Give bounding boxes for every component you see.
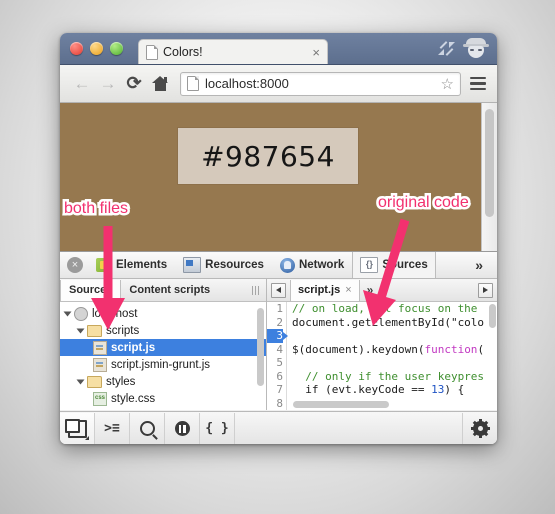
close-tab-icon[interactable]: × xyxy=(312,46,320,59)
annotation-original-code: original code original code xyxy=(376,192,472,214)
chrome-menu-button[interactable] xyxy=(468,76,488,91)
gear-icon xyxy=(470,419,490,438)
line-number-gutter: 1 2 3 4 5 6 7 8 xyxy=(267,302,288,410)
site-page-icon xyxy=(187,76,199,91)
console-drawer-button[interactable]: >≡ xyxy=(95,412,130,444)
page-icon xyxy=(146,44,158,60)
annotation-both-files: both files both files xyxy=(61,198,130,220)
tree-item-style-css[interactable]: css style.css xyxy=(60,390,266,407)
incognito-icon xyxy=(463,38,489,59)
fullscreen-icon[interactable] xyxy=(438,40,455,57)
chevron-down-icon[interactable] xyxy=(63,311,72,316)
pause-icon xyxy=(174,421,190,436)
page-scrollbar[interactable] xyxy=(481,103,497,251)
tree-item-styles[interactable]: styles xyxy=(60,373,266,390)
minimize-window-button[interactable] xyxy=(90,42,103,55)
editor-tab-script-js[interactable]: script.js × xyxy=(290,279,360,301)
browser-tab-title: Colors! xyxy=(163,45,203,59)
tab-resources[interactable]: Resources xyxy=(175,252,272,278)
resources-icon xyxy=(183,257,202,273)
console-prompt-icon: >≡ xyxy=(104,421,120,436)
close-window-button[interactable] xyxy=(70,42,83,55)
window-titlebar: Colors! × xyxy=(60,33,497,65)
titlebar-right-controls xyxy=(438,38,489,59)
devtools-settings-button[interactable] xyxy=(462,412,497,444)
dock-panel-button[interactable] xyxy=(60,412,95,444)
arrow-original-code xyxy=(363,218,410,326)
tree-item-label: script.js xyxy=(111,341,156,354)
browser-toolbar: ← → ⟳ localhost:8000 ☆ xyxy=(60,65,497,103)
color-swatch-field[interactable]: #987654 xyxy=(178,128,358,184)
line-number: 4 xyxy=(276,342,283,356)
devtools-bottom-toolbar: >≡ { } xyxy=(60,411,497,444)
braces-icon: { } xyxy=(205,421,229,436)
network-icon xyxy=(279,257,295,273)
color-value-text: #987654 xyxy=(201,139,335,173)
window-controls xyxy=(70,42,123,55)
tree-item-script-jsmin-grunt-js[interactable]: script.jsmin-grunt.js xyxy=(60,356,266,373)
line-number-highlighted: 3 xyxy=(267,329,288,343)
arrow-both-files xyxy=(91,226,125,330)
maximize-window-button[interactable] xyxy=(110,42,123,55)
sidebar-grip-icon[interactable] xyxy=(251,285,259,295)
magnifier-icon xyxy=(139,421,155,436)
line-number: 2 xyxy=(276,315,283,329)
tree-item-label: script.jsmin-grunt.js xyxy=(111,358,211,371)
folder-icon xyxy=(87,375,102,388)
dock-icon xyxy=(64,418,87,438)
annotation-both-files-label: both files xyxy=(64,200,129,217)
tab-resources-label: Resources xyxy=(205,259,264,271)
page-scrollbar-thumb[interactable] xyxy=(485,109,494,217)
chevron-down-icon[interactable] xyxy=(76,379,85,384)
line-number: 5 xyxy=(276,356,283,369)
tab-network-label: Network xyxy=(298,259,345,271)
code-hscrollbar-thumb[interactable] xyxy=(293,401,389,408)
line-number: 7 xyxy=(276,383,283,396)
bookmark-star-icon[interactable]: ☆ xyxy=(441,75,454,93)
line-number: 1 xyxy=(276,302,283,315)
javascript-file-icon xyxy=(93,357,107,372)
annotation-original-code-label: original code xyxy=(378,194,469,211)
search-button[interactable] xyxy=(130,412,165,444)
tab-network[interactable]: Network xyxy=(272,252,352,278)
url-text: localhost:8000 xyxy=(205,76,289,91)
pretty-print-button[interactable]: { } xyxy=(200,412,235,444)
forward-button[interactable]: → xyxy=(95,71,121,97)
editor-tab-label: script.js xyxy=(298,284,341,296)
code-scrollbar-thumb[interactable] xyxy=(489,304,496,328)
browser-tab[interactable]: Colors! × xyxy=(138,39,328,64)
devtools-tabs-overflow-icon[interactable]: » xyxy=(475,257,483,273)
tree-item-script-js[interactable]: script.js xyxy=(60,339,266,356)
css-file-icon: css xyxy=(93,391,107,406)
code-line: if (evt.keyCode == 13) { xyxy=(292,383,465,396)
pause-on-exceptions-button[interactable] xyxy=(165,412,200,444)
home-icon xyxy=(152,76,168,91)
code-line: $(document).keydown(function( xyxy=(292,342,485,356)
line-number: 8 xyxy=(276,396,283,410)
sidebar-scrollbar-thumb[interactable] xyxy=(257,308,264,386)
tree-item-label: style.css xyxy=(111,392,156,405)
close-editor-tab-icon[interactable]: × xyxy=(345,284,351,296)
tree-item-label: styles xyxy=(106,375,136,388)
code-line: // only if the user keypres xyxy=(292,369,485,383)
home-button[interactable] xyxy=(147,71,173,97)
editor-prev-icon[interactable] xyxy=(271,282,286,298)
address-bar[interactable]: localhost:8000 ☆ xyxy=(180,71,461,96)
caret-icon xyxy=(85,435,89,440)
javascript-file-icon xyxy=(93,340,107,355)
reload-button[interactable]: ⟳ xyxy=(121,71,147,97)
editor-next-icon[interactable] xyxy=(478,282,493,298)
line-number: 6 xyxy=(276,369,283,383)
back-button[interactable]: ← xyxy=(69,71,95,97)
